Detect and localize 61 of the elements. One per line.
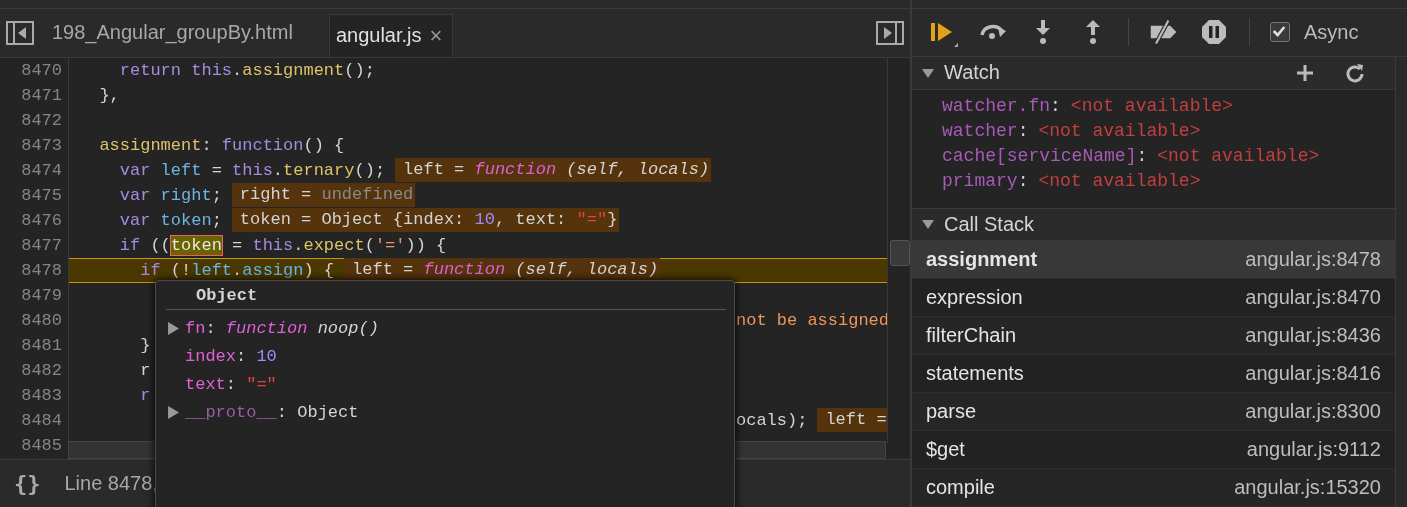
expand-icon[interactable] [168,405,179,419]
code-line: return this.assignment(); [118,60,375,80]
line-number: 8476 [0,207,69,233]
line-number: 8475 [0,182,69,208]
line-number: 8473 [0,132,69,158]
inline-value: left = [817,408,889,433]
expand-icon [922,66,934,79]
code-fragment: r [139,360,151,380]
line-number: 8479 [0,282,69,308]
code-line: var left = this.ternary(); [118,160,386,180]
popover-title: Object [196,285,258,305]
code-fragment: not be assigned [736,310,890,330]
expand-icon[interactable] [168,321,179,335]
code-fragment: } [139,335,151,355]
line-number: 8470 [0,57,69,83]
add-icon[interactable] [1295,62,1315,83]
file-tab[interactable]: 198_Angular_groupBy.html [48,8,303,57]
property: text: "=" [184,374,277,394]
property: __proto__: Object [185,402,359,422]
section-header[interactable]: Watch [912,57,1395,90]
line-number: 8472 [0,107,69,133]
code-line: if (!left.assign) { [139,260,335,280]
code-line: var token; [118,210,222,230]
watch-expression: watcher.fn: <not available> [942,94,1234,118]
property: fn: function noop() [185,318,379,338]
inline-value: token = Object {index: 10, text: "="} [231,208,620,233]
async-label: Async [1304,20,1359,44]
code-line: var right; [118,185,222,205]
line-number: 8482 [0,357,69,383]
code-line: }, [98,85,120,105]
line-number: 8480 [0,307,69,333]
line-number: 8477 [0,232,69,258]
watch-expression: watcher: <not available> [942,119,1202,143]
code-fragment: r [139,385,151,405]
line-number: 8474 [0,157,69,183]
code-line: assignment: function() { [98,135,345,155]
inline-value: right = undefined [231,183,416,208]
expand-icon [922,218,934,231]
close-icon[interactable]: × [429,22,443,49]
line-number: 8481 [0,332,69,358]
property: index: 10 [184,346,277,366]
async-checkbox[interactable] [1270,22,1290,43]
code-line: if ((token = this.expect('=')) { [118,235,447,255]
inline-value: left = function (self, locals) [344,258,661,283]
inline-value: left = function (self, locals) [395,158,712,183]
watch-expression: primary: <not available> [942,169,1202,193]
file-tab[interactable]: angular.js × [328,13,454,57]
line-number: 8483 [0,382,69,408]
scrollbar[interactable] [887,57,910,443]
sidebar-toggle-icon[interactable] [6,20,34,45]
code-fragment: ocals); [736,410,808,430]
panel-toggle-icon[interactable] [876,20,904,45]
scrollbar[interactable] [1395,57,1407,507]
line-number: 8471 [0,82,69,108]
cursor-position: Line 8478, [64,472,158,496]
pretty-print-button[interactable]: {} [10,471,45,497]
call-frame[interactable]: assignment angular.js:8478 [912,241,1395,279]
section-header[interactable]: Call Stack [912,207,1395,241]
refresh-icon[interactable] [1345,62,1365,83]
watch-expression: cache[serviceName]: <not available> [942,144,1321,168]
line-number: 8484 [0,407,69,433]
